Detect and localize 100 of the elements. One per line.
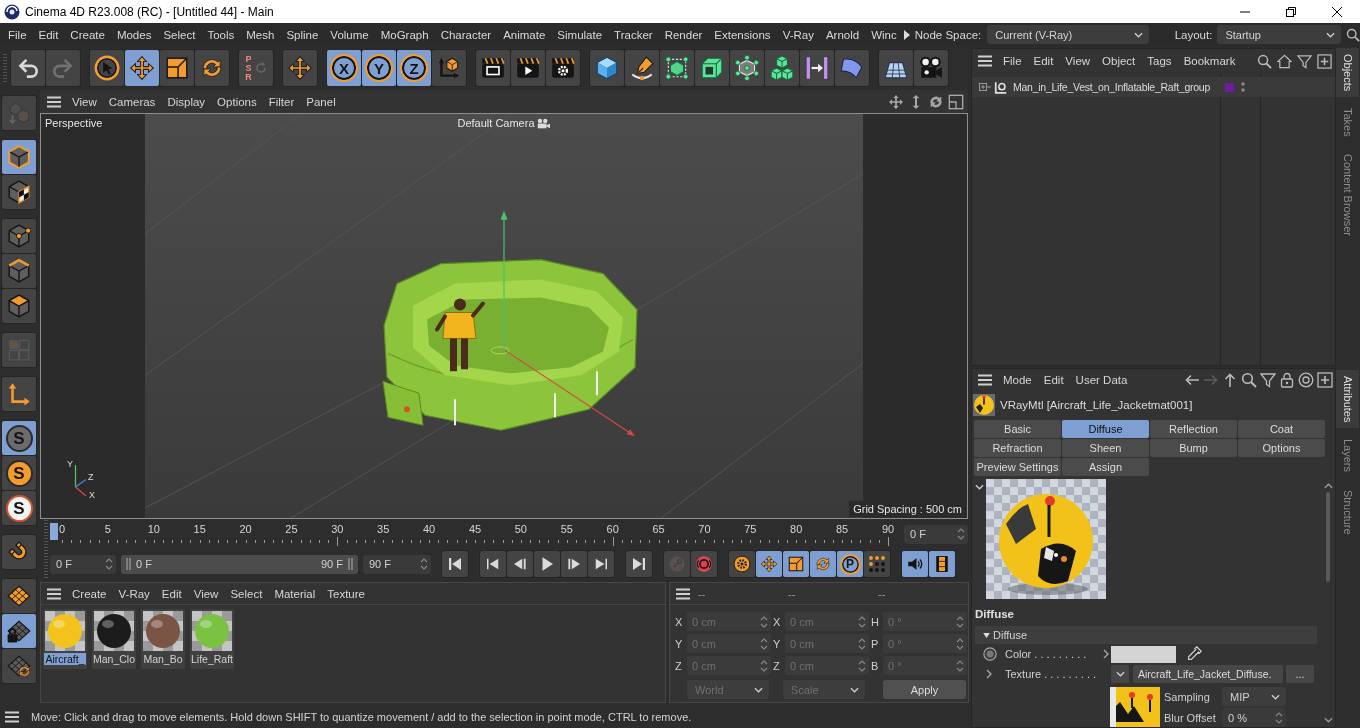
key-scale-button[interactable] [783, 551, 809, 577]
menu-item[interactable]: Volume [324, 28, 375, 41]
panel-tab[interactable]: Layers [1336, 433, 1359, 479]
texture-file-button[interactable]: Aircraft_Life_Jacket_Diffuse. [1133, 665, 1283, 683]
caret-right-icon[interactable] [903, 29, 910, 40]
camera-button[interactable] [914, 50, 948, 86]
point-mode-button[interactable] [2, 219, 36, 253]
material-tile[interactable]: Aircraft_ [43, 609, 87, 669]
menu-item[interactable]: Filter [262, 95, 301, 108]
menu-item[interactable]: View [187, 587, 225, 600]
tab[interactable]: Preview Settings [974, 458, 1061, 476]
menu-item[interactable]: Simulate [551, 28, 609, 41]
tab[interactable]: Bump [1150, 439, 1237, 457]
axis-mode-button[interactable] [2, 377, 36, 411]
menu-item[interactable]: Modes [110, 28, 158, 41]
panel-tab[interactable]: Structure [1336, 483, 1359, 541]
magnet-button[interactable] [2, 535, 36, 569]
render-view-button[interactable] [476, 50, 510, 86]
menu-item[interactable]: Display [161, 95, 212, 108]
menu-item[interactable]: Bookmark [1177, 55, 1242, 67]
next-key-button[interactable] [588, 551, 614, 577]
key-parameter-button[interactable]: P [837, 551, 863, 577]
grip-bars-icon[interactable] [126, 558, 131, 570]
workplane-lock-button[interactable] [2, 614, 36, 648]
menu-item[interactable]: Panel [300, 95, 342, 108]
menu-item[interactable]: Mesh [240, 28, 281, 41]
tab[interactable]: Sheen [1062, 439, 1149, 457]
menu-item[interactable]: Arnold [819, 28, 866, 41]
menu-item[interactable]: Character [434, 28, 498, 41]
menu-item[interactable]: File [2, 28, 33, 41]
pen-button[interactable] [625, 50, 659, 86]
menu-item[interactable]: Create [64, 28, 111, 41]
range-slider[interactable]: 0 F 90 F [121, 554, 358, 574]
start-frame-field[interactable]: 0 F [50, 554, 116, 574]
go-to-start-button[interactable] [442, 551, 468, 577]
caret-down-icon[interactable] [983, 632, 990, 638]
key-point-button[interactable] [864, 551, 890, 577]
grip-bars-icon[interactable] [348, 558, 353, 570]
tab[interactable]: Refraction [974, 439, 1061, 457]
floor-button[interactable] [879, 50, 913, 86]
menu-item[interactable]: Mode [997, 374, 1038, 386]
node-space-dropdown[interactable]: Current (V-Ray) [987, 25, 1149, 44]
tab[interactable]: Reflection [1150, 420, 1237, 438]
axis-lock-button[interactable]: X [327, 50, 361, 86]
filter-icon[interactable] [1297, 53, 1312, 69]
arrow-left-icon[interactable] [1184, 372, 1200, 388]
coordinate-system-button[interactable] [432, 50, 466, 86]
menu-item[interactable]: User Data [1069, 374, 1134, 386]
filter-icon[interactable] [1260, 372, 1276, 388]
menu-item[interactable]: Material [268, 587, 322, 600]
search-icon[interactable] [1241, 372, 1257, 388]
scrollbar-thumb[interactable] [1326, 492, 1330, 582]
material-tile[interactable]: Man_Clo [92, 609, 136, 669]
snap-button[interactable]: S [2, 491, 36, 525]
radio-icon[interactable] [983, 647, 997, 661]
menu-item[interactable]: Create [66, 587, 113, 600]
menu-item[interactable]: Tools [201, 28, 241, 41]
chevron-up-icon[interactable] [1323, 483, 1333, 489]
tab[interactable]: Assign [1062, 458, 1149, 476]
render-settings-button[interactable] [546, 50, 580, 86]
snap-button[interactable]: S [2, 456, 36, 490]
move-tool-button[interactable] [125, 50, 159, 86]
plus-square-icon[interactable] [1317, 372, 1333, 388]
group-header[interactable]: Diffuse [975, 626, 1317, 644]
material-tile[interactable]: Man_Bo [141, 609, 185, 669]
timeline-ruler[interactable]: 0 5 10 15 20 25 30 35 40 45 50 55 60 65 70 75 80 85 90 [50, 520, 900, 548]
chevron-down-icon[interactable] [975, 484, 984, 490]
lock-icon[interactable] [1279, 372, 1295, 388]
menu-item[interactable]: Edit [1037, 374, 1070, 386]
previous-key-button[interactable] [480, 551, 506, 577]
sound-button[interactable] [902, 551, 928, 577]
key-rotation-button[interactable] [810, 551, 836, 577]
search-icon[interactable] [1346, 27, 1360, 42]
polygon-mode-button[interactable] [2, 289, 36, 323]
previous-frame-button[interactable] [507, 551, 533, 577]
chevron-right-icon[interactable] [1103, 649, 1109, 659]
next-frame-button[interactable] [561, 551, 587, 577]
sampling-dropdown[interactable]: MIP [1222, 687, 1286, 706]
chevron-right-icon[interactable] [986, 669, 992, 679]
key-settings-button[interactable] [729, 551, 755, 577]
cubes-button[interactable] [765, 50, 799, 86]
circular-arrows-icon[interactable] [928, 93, 944, 110]
timeline-film-button[interactable] [929, 551, 955, 577]
menu-icon[interactable] [5, 711, 19, 723]
menu-item[interactable]: Cameras [102, 95, 162, 108]
tab[interactable]: Diffuse [1062, 420, 1149, 438]
object-row[interactable]: Man_in_Life_Vest_on_Inflatable_Raft_group [972, 77, 1335, 97]
menu-item[interactable]: Texture [321, 587, 371, 600]
arrow-up-icon[interactable] [1222, 372, 1238, 388]
dropdown-button[interactable] [1111, 665, 1129, 683]
menu-item[interactable]: Object [1096, 55, 1142, 67]
menu-item[interactable]: View [66, 95, 103, 108]
menu-item[interactable]: MoGraph [374, 28, 435, 41]
tab[interactable]: Basic [974, 420, 1061, 438]
menu-icon[interactable] [676, 587, 690, 600]
menu-item[interactable]: Options [211, 95, 263, 108]
tab[interactable]: Options [1238, 439, 1325, 457]
subdivision-button[interactable] [660, 50, 694, 86]
move-gizmo-button[interactable] [283, 50, 317, 86]
maximize-icon[interactable] [948, 93, 964, 110]
